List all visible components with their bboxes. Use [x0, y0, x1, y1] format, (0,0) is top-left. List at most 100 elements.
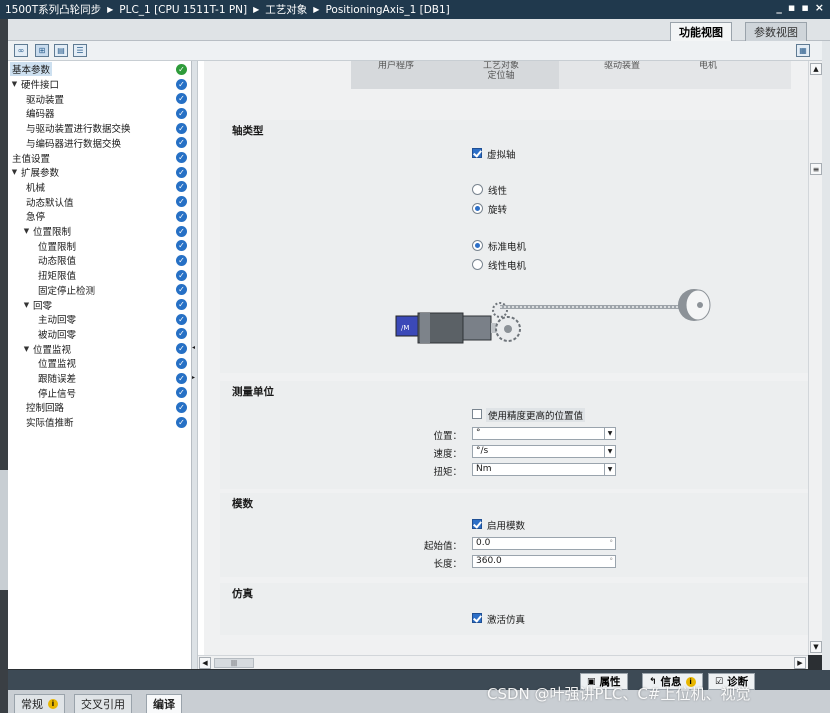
breadcrumb-project[interactable]: 1500T系列凸轮同步 [5, 2, 101, 17]
panel-options-icon[interactable]: ▦ [796, 44, 810, 57]
title-bar: 1500T系列凸轮同步 ▶ PLC_1 [CPU 1511T-1 PN] ▶ 工… [0, 0, 830, 19]
tab-general[interactable]: 常规 i [14, 694, 65, 713]
section-modulo: 模数 启用模数 起始值： 0.0 ° 长度： 360.0 ° [220, 493, 808, 577]
network-view-icon[interactable]: ∞ [14, 44, 28, 57]
expand-arrow-icon[interactable]: ▼ [22, 301, 31, 309]
nav-item[interactable]: 被动回零 ✓ [8, 327, 192, 342]
header-tech-object: 工艺对象 定位轴 [482, 61, 519, 81]
nav-item[interactable]: 主值设置 ✓ [8, 150, 192, 165]
check-status-icon: ✓ [176, 328, 187, 340]
linear-motor-radio[interactable] [472, 259, 483, 270]
vertical-scrollbar[interactable]: ▲ ≡ ▼ [808, 61, 822, 655]
scroll-right-icon[interactable]: ▶ [794, 657, 806, 669]
modulo-start-input[interactable]: 0.0 ° [472, 537, 616, 550]
breadcrumb-axis[interactable]: PositioningAxis_1 [DB1] [325, 4, 449, 16]
chevron-down-icon[interactable]: ▼ [604, 446, 615, 457]
expand-all-icon[interactable]: ⊞ [35, 44, 49, 57]
section-units: 测量单位 使用精度更高的位置值 位置： ° ▼ 速度： °/s ▼ 扭矩： Nm… [220, 381, 808, 489]
check-status-icon: ✓ [176, 181, 187, 193]
nav-item[interactable]: ▼ 位置限制 ✓ [8, 224, 192, 239]
tab-cross-reference-label: 交叉引用 [81, 698, 125, 711]
window-buttons: _ ▪ ▪ × [776, 1, 824, 14]
section-axis-type-title: 轴类型 [232, 125, 264, 137]
tab-cross-reference[interactable]: 交叉引用 [74, 694, 132, 713]
scroll-left-icon[interactable]: ◀ [199, 657, 211, 669]
breadcrumb-plc[interactable]: PLC_1 [CPU 1511T-1 PN] [119, 4, 247, 16]
nav-item[interactable]: ▼ 硬件接口 ✓ [8, 77, 192, 92]
tab-functional-view-label: 功能视图 [679, 26, 723, 39]
expand-arrow-icon[interactable]: ▼ [10, 80, 19, 88]
nav-item[interactable]: 位置监视 ✓ [8, 356, 192, 371]
nav-item[interactable]: 跟随误差 ✓ [8, 371, 192, 386]
check-status-icon: ✓ [176, 196, 187, 208]
check-status-icon: ✓ [176, 93, 187, 105]
chevron-down-icon[interactable]: ▼ [604, 464, 615, 475]
nav-item[interactable]: 急停 ✓ [8, 209, 192, 224]
nav-item[interactable]: 驱动装置 ✓ [8, 91, 192, 106]
velocity-unit-select[interactable]: °/s ▼ [472, 445, 616, 458]
horizontal-scrollbar[interactable]: ◀ ||| ▶ [198, 655, 808, 669]
restore-icon[interactable]: ▪ [788, 1, 795, 14]
check-status-icon: ✓ [176, 240, 187, 252]
nav-item[interactable]: 基本参数 ✓ [8, 62, 192, 77]
scroll-thumb-icon[interactable]: ≡ [810, 163, 822, 175]
breadcrumb-tech-objects[interactable]: 工艺对象 [265, 2, 307, 17]
enable-modulo-checkbox[interactable] [472, 519, 482, 529]
nav-item[interactable]: 主动回零 ✓ [8, 312, 192, 327]
nav-item[interactable]: 与驱动装置进行数据交换 ✓ [8, 121, 192, 136]
nav-item[interactable]: 动态默认值 ✓ [8, 194, 192, 209]
high-precision-checkbox[interactable] [472, 409, 482, 419]
modulo-length-input[interactable]: 360.0 ° [472, 555, 616, 568]
linear-radio[interactable] [472, 184, 483, 195]
torque-unit-value: Nm [476, 464, 492, 474]
nav-item[interactable]: 动态限值 ✓ [8, 253, 192, 268]
position-unit-select[interactable]: ° ▼ [472, 427, 616, 440]
minimize-icon[interactable]: _ [776, 1, 782, 14]
expand-arrow-icon[interactable]: ▼ [22, 345, 31, 353]
torque-unit-select[interactable]: Nm ▼ [472, 463, 616, 476]
scroll-up-icon[interactable]: ▲ [810, 63, 822, 75]
tab-compile[interactable]: 编译 [146, 694, 182, 713]
nav-item[interactable]: 固定停止检测 ✓ [8, 283, 192, 298]
scroll-down-icon[interactable]: ▼ [810, 641, 822, 653]
virtual-axis-checkbox[interactable] [472, 148, 482, 158]
nav-item[interactable]: 编码器 ✓ [8, 106, 192, 121]
nav-item-label: 主动回零 [38, 315, 77, 327]
right-edge-panel [822, 41, 830, 681]
nav-item[interactable]: 扭矩限值 ✓ [8, 268, 192, 283]
expand-arrow-icon[interactable]: ▼ [10, 168, 19, 176]
scroll-thumb-icon[interactable]: ||| [214, 658, 254, 668]
chevron-down-icon[interactable]: ▼ [604, 428, 615, 439]
close-icon[interactable]: × [815, 1, 824, 14]
tree-view-icon[interactable]: ▤ [54, 44, 68, 57]
linear-label: 线性 [488, 186, 508, 197]
collapse-right-icon[interactable]: ▸ [192, 374, 195, 381]
nav-item[interactable]: 实际值推断 ✓ [8, 415, 192, 430]
nav-item[interactable]: 停止信号 ✓ [8, 385, 192, 400]
activate-simulation-checkbox[interactable] [472, 613, 482, 623]
list-view-icon[interactable]: ☰ [73, 44, 87, 57]
nav-item[interactable]: 机械 ✓ [8, 180, 192, 195]
float-icon[interactable]: ▪ [801, 1, 808, 14]
nav-item-label: 主值设置 [12, 153, 51, 165]
expand-arrow-icon[interactable]: ▼ [22, 227, 31, 235]
nav-item-label: 硬件接口 [21, 80, 60, 92]
collapse-left-icon[interactable]: ◂ [192, 344, 195, 351]
rotary-radio[interactable] [472, 203, 483, 214]
nav-item-label: 与驱动装置进行数据交换 [26, 124, 131, 136]
nav-item[interactable]: 位置限制 ✓ [8, 238, 192, 253]
check-status-icon: ✓ [176, 137, 187, 149]
rotary-label: 旋转 [488, 205, 508, 216]
motor-badge: /M [401, 324, 409, 332]
tab-parameter-view[interactable]: 参数视图 [745, 22, 807, 41]
nav-item[interactable]: ▼ 扩展参数 ✓ [8, 165, 192, 180]
toolbar: ∞ ⊞ ▤ ☰ ▦ [8, 41, 830, 61]
standard-motor-radio[interactable] [472, 240, 483, 251]
nav-item[interactable]: 与编码器进行数据交换 ✓ [8, 136, 192, 151]
section-units-title: 测量单位 [232, 386, 274, 398]
nav-item[interactable]: ▼ 回零 ✓ [8, 297, 192, 312]
nav-item[interactable]: 控制回路 ✓ [8, 400, 192, 415]
nav-item[interactable]: ▼ 位置监视 ✓ [8, 341, 192, 356]
tab-functional-view[interactable]: 功能视图 [670, 22, 732, 41]
standard-motor-label: 标准电机 [488, 242, 527, 253]
